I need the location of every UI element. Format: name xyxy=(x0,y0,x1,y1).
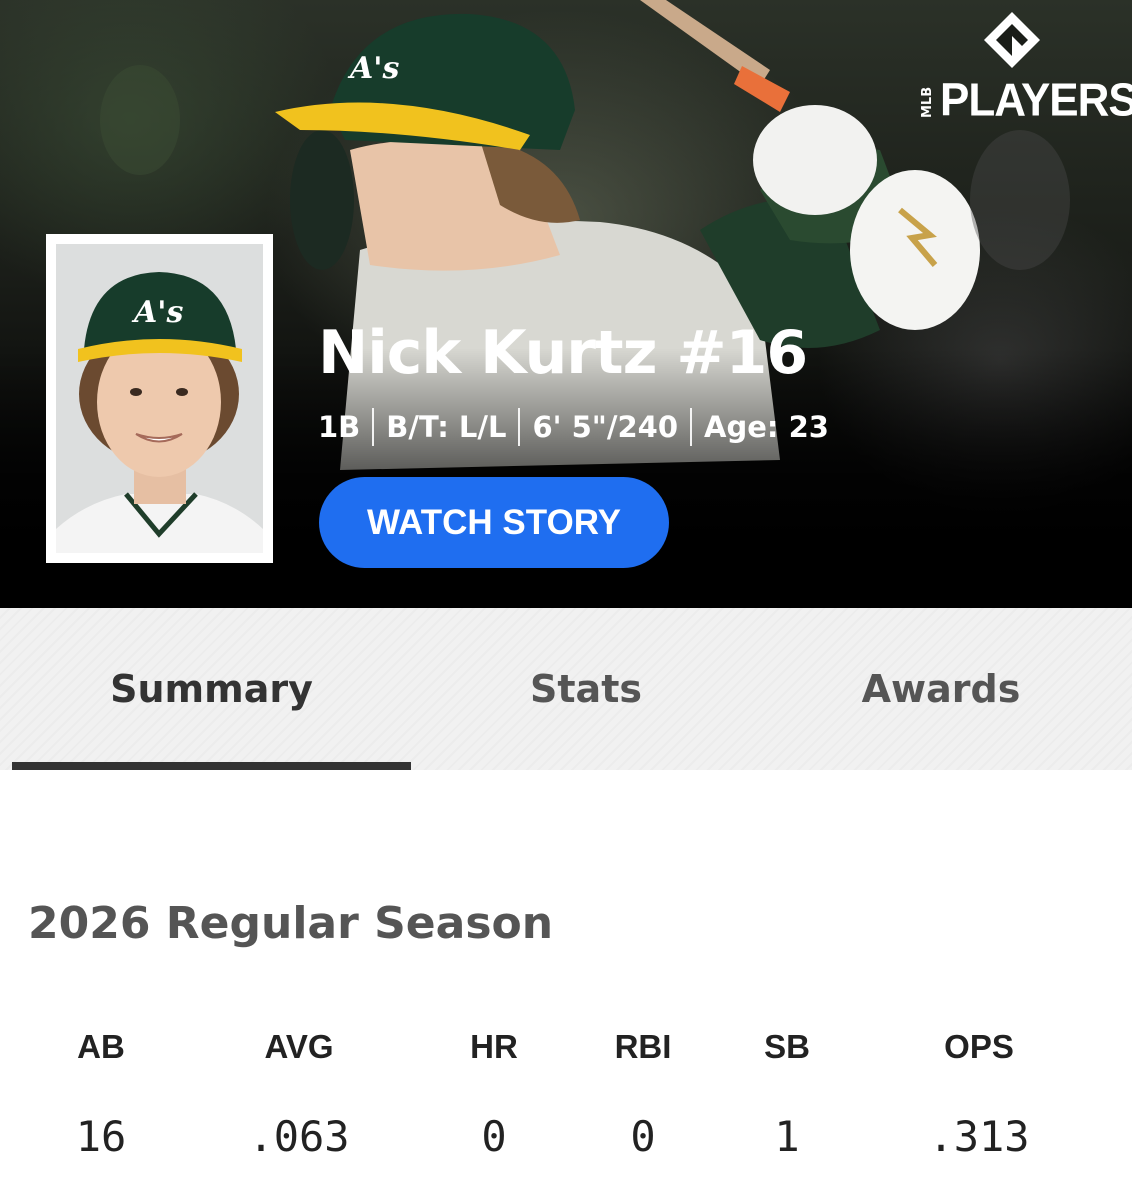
bio-divider xyxy=(690,408,693,446)
stat-value-avg: .063 xyxy=(248,1112,350,1161)
bio-bats-throws: B/T: L/L xyxy=(386,410,507,444)
player-name: Nick Kurtz #16 xyxy=(318,318,808,388)
player-bio: 1B B/T: L/L 6' 5"/240 Age: 23 xyxy=(318,408,829,446)
stat-header-rbi: RBI xyxy=(614,1028,672,1065)
player-hero: A's MLB PLAYERS A's Nick Kurtz #16 1B B/… xyxy=(0,0,1132,608)
profile-tabs: Summary Stats Awards xyxy=(0,608,1132,770)
bio-divider xyxy=(518,408,521,446)
player-headshot: A's xyxy=(46,234,273,563)
bio-divider xyxy=(372,408,375,446)
stat-header-ab: AB xyxy=(77,1028,125,1065)
active-tab-indicator xyxy=(12,762,411,770)
brand-players-text: PLAYERS xyxy=(940,74,1132,127)
bio-height-weight: 6' 5"/240 xyxy=(532,410,679,444)
stat-value-hr: 0 xyxy=(481,1112,507,1161)
watch-story-button[interactable]: WATCH STORY xyxy=(319,477,669,568)
stat-header-ops: OPS xyxy=(944,1028,1014,1065)
cap-logo: A's xyxy=(131,295,183,330)
stat-header-avg: AVG xyxy=(264,1028,334,1065)
stat-value-ops: .313 xyxy=(928,1112,1030,1161)
bio-position: 1B xyxy=(318,410,361,444)
stat-value-ab: 16 xyxy=(75,1112,127,1161)
stat-header-sb: SB xyxy=(764,1028,810,1065)
mlb-players-logo: MLB PLAYERS xyxy=(920,10,1132,126)
tab-stats[interactable]: Stats xyxy=(411,608,761,770)
stat-value-sb: 1 xyxy=(774,1112,800,1161)
tab-awards[interactable]: Awards xyxy=(761,608,1121,770)
bio-age: Age: 23 xyxy=(704,410,829,444)
stat-header-hr: HR xyxy=(470,1028,518,1065)
brand-mlb-text: MLB xyxy=(920,86,935,118)
players-diamond-icon xyxy=(984,12,1040,68)
svg-text:A's: A's xyxy=(347,51,399,86)
season-title: 2026 Regular Season xyxy=(28,898,554,949)
headshot-portrait: A's xyxy=(56,244,263,553)
tab-summary[interactable]: Summary xyxy=(12,608,411,770)
stat-value-rbi: 0 xyxy=(630,1112,656,1161)
